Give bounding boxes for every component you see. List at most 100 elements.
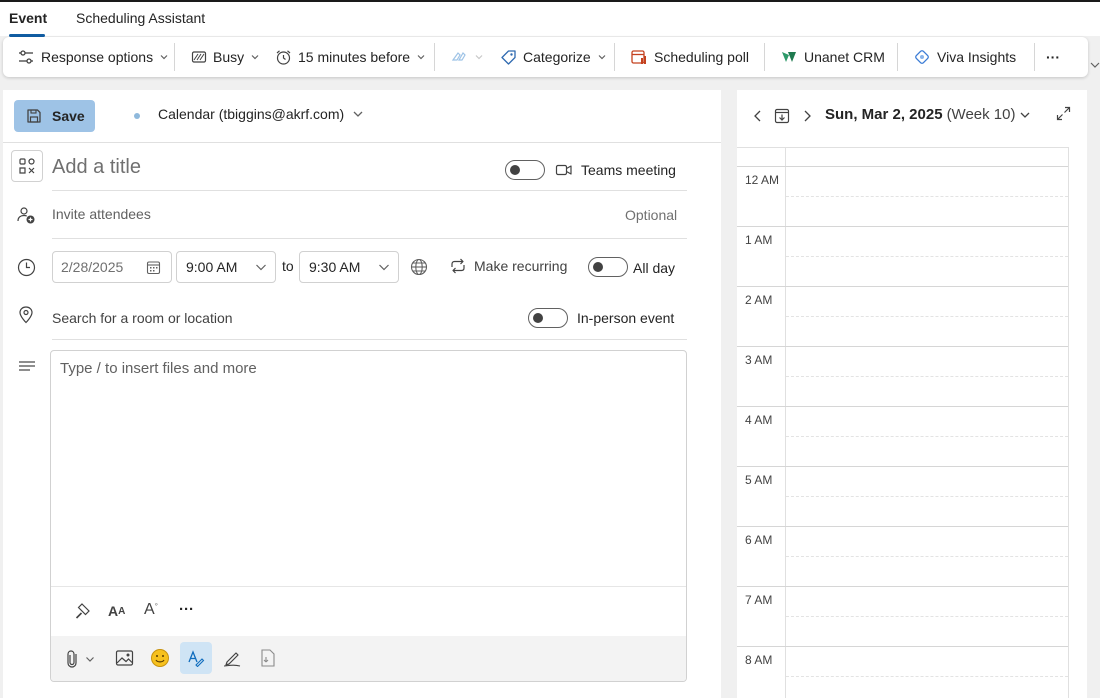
start-date-field[interactable]: 2/28/2025: [52, 251, 172, 283]
end-time-dropdown[interactable]: 9:30 AM: [299, 251, 399, 283]
busy-label: Busy: [213, 49, 245, 65]
next-day-button[interactable]: [801, 109, 813, 123]
add-people-icon: [16, 205, 36, 225]
calendar-color-dot: [134, 113, 140, 119]
formatting-toolbar: AA A ◦ ···: [51, 586, 686, 636]
calendar-week-label: (Week 10): [946, 106, 1016, 123]
start-time-dropdown[interactable]: 9:00 AM: [176, 251, 276, 283]
expand-calendar-button[interactable]: [1056, 106, 1071, 121]
chevron-down-icon: [85, 654, 95, 664]
show-as-busy-dropdown[interactable]: Busy: [191, 37, 260, 77]
clock-icon: [17, 258, 36, 277]
half-hour-line: [786, 316, 1068, 317]
hour-line: [737, 406, 1068, 407]
location-search-input[interactable]: Search for a room or location: [52, 310, 233, 326]
previous-day-button[interactable]: [752, 109, 764, 123]
today-calendar-icon: [774, 108, 790, 124]
hour-label: 12 AM: [745, 173, 780, 187]
reminder-dropdown[interactable]: 15 minutes before: [275, 37, 426, 77]
more-options-button[interactable]: ···: [1046, 37, 1060, 77]
header-divider: [3, 142, 721, 143]
hour-label: 5 AM: [745, 473, 773, 487]
all-day-toggle[interactable]: [588, 257, 628, 277]
ribbon-divider: [614, 43, 615, 71]
hour-line: [737, 586, 1068, 587]
optional-attendees-link[interactable]: Optional: [625, 207, 677, 223]
unanet-crm-button[interactable]: Unanet CRM: [780, 37, 885, 77]
time-zone-globe-icon[interactable]: [410, 258, 428, 276]
start-date-value: 2/28/2025: [61, 259, 124, 275]
half-hour-line: [786, 556, 1068, 557]
privacy-button[interactable]: [450, 37, 484, 77]
reminder-label: 15 minutes before: [298, 49, 411, 65]
hour-label: 1 AM: [745, 233, 773, 247]
location-pin-icon: [18, 306, 34, 324]
hour-line: [737, 286, 1068, 287]
hour-line: [737, 226, 1068, 227]
hour-line: [737, 166, 1068, 167]
end-time-value: 9:30 AM: [309, 259, 361, 275]
event-icon-picker[interactable]: [11, 150, 43, 182]
editor-icon[interactable]: [180, 642, 212, 674]
to-label: to: [282, 258, 294, 274]
calendar-date-label: Sun, Mar 2, 2025: [825, 106, 943, 123]
more-formatting-button[interactable]: ···: [179, 601, 194, 618]
location-underline: [52, 339, 687, 340]
day-time-grid[interactable]: 12 AM 1 AM 2 AM 3 AM 4 AM 5 AM 6 AM 7 AM…: [737, 147, 1069, 698]
go-to-today-button[interactable]: [774, 108, 790, 124]
attach-file-button[interactable]: [65, 649, 95, 669]
attendees-underline: [52, 238, 687, 239]
half-hour-line: [786, 256, 1068, 257]
hour-label: 8 AM: [745, 653, 773, 667]
in-person-event-toggle[interactable]: [528, 308, 568, 328]
apps-add-in-icon[interactable]: [259, 648, 277, 668]
half-hour-line: [786, 196, 1068, 197]
title-underline: [52, 190, 687, 191]
make-recurring-label: Make recurring: [474, 258, 568, 274]
make-recurring-button[interactable]: Make recurring: [449, 258, 567, 274]
half-hour-line: [786, 676, 1068, 677]
paperclip-icon: [65, 649, 81, 669]
ribbon-expand-chevron[interactable]: [1090, 60, 1100, 70]
response-options-button[interactable]: Response options: [17, 37, 169, 77]
ribbon-divider: [764, 43, 765, 71]
chevron-down-icon: [250, 52, 260, 62]
chevron-down-icon: [352, 108, 364, 120]
video-camera-icon: [555, 162, 573, 178]
insert-picture-icon[interactable]: [115, 649, 134, 667]
scheduling-poll-button[interactable]: Scheduling poll: [630, 37, 749, 77]
tab-scheduling-assistant[interactable]: Scheduling Assistant: [76, 10, 205, 26]
chevron-down-icon: [597, 52, 607, 62]
invite-attendees-input[interactable]: Invite attendees: [52, 206, 151, 222]
teams-meeting-toggle[interactable]: [505, 160, 545, 180]
half-hour-line: [786, 616, 1068, 617]
calendar-icon[interactable]: [146, 260, 161, 275]
event-form: Save Calendar (tbiggins@akrf.com) Add a …: [3, 90, 721, 698]
hour-label: 7 AM: [745, 593, 773, 607]
signature-pen-icon[interactable]: [222, 648, 242, 668]
event-body-editor[interactable]: Type / to insert files and more AA A ◦ ··…: [50, 350, 687, 682]
tab-bar: Event Scheduling Assistant: [0, 0, 1100, 37]
scheduling-poll-label: Scheduling poll: [654, 49, 749, 65]
save-button[interactable]: Save: [14, 100, 95, 132]
format-painter-icon[interactable]: [73, 601, 93, 621]
emoji-icon[interactable]: [150, 648, 170, 668]
text-effects-icon[interactable]: A ◦: [144, 599, 158, 619]
calendar-date-picker[interactable]: Sun, Mar 2, 2025 (Week 10): [825, 106, 1031, 123]
scheduling-poll-icon: [630, 48, 648, 66]
tab-event[interactable]: Event: [9, 10, 47, 26]
chevron-down-icon: [255, 261, 267, 273]
hour-line: [737, 526, 1068, 527]
body-placeholder: Type / to insert files and more: [60, 360, 257, 377]
half-hour-line: [786, 436, 1068, 437]
event-type-icon: [18, 157, 36, 175]
categorize-label: Categorize: [523, 49, 591, 65]
half-hour-line: [786, 496, 1068, 497]
chevron-down-icon: [159, 52, 169, 62]
teams-meeting-label: Teams meeting: [581, 162, 676, 178]
calendar-picker[interactable]: Calendar (tbiggins@akrf.com): [158, 106, 364, 122]
categorize-dropdown[interactable]: Categorize: [500, 37, 607, 77]
font-size-icon[interactable]: AA: [108, 603, 125, 619]
title-input[interactable]: Add a title: [52, 156, 141, 179]
viva-insights-button[interactable]: Viva Insights: [913, 37, 1016, 77]
